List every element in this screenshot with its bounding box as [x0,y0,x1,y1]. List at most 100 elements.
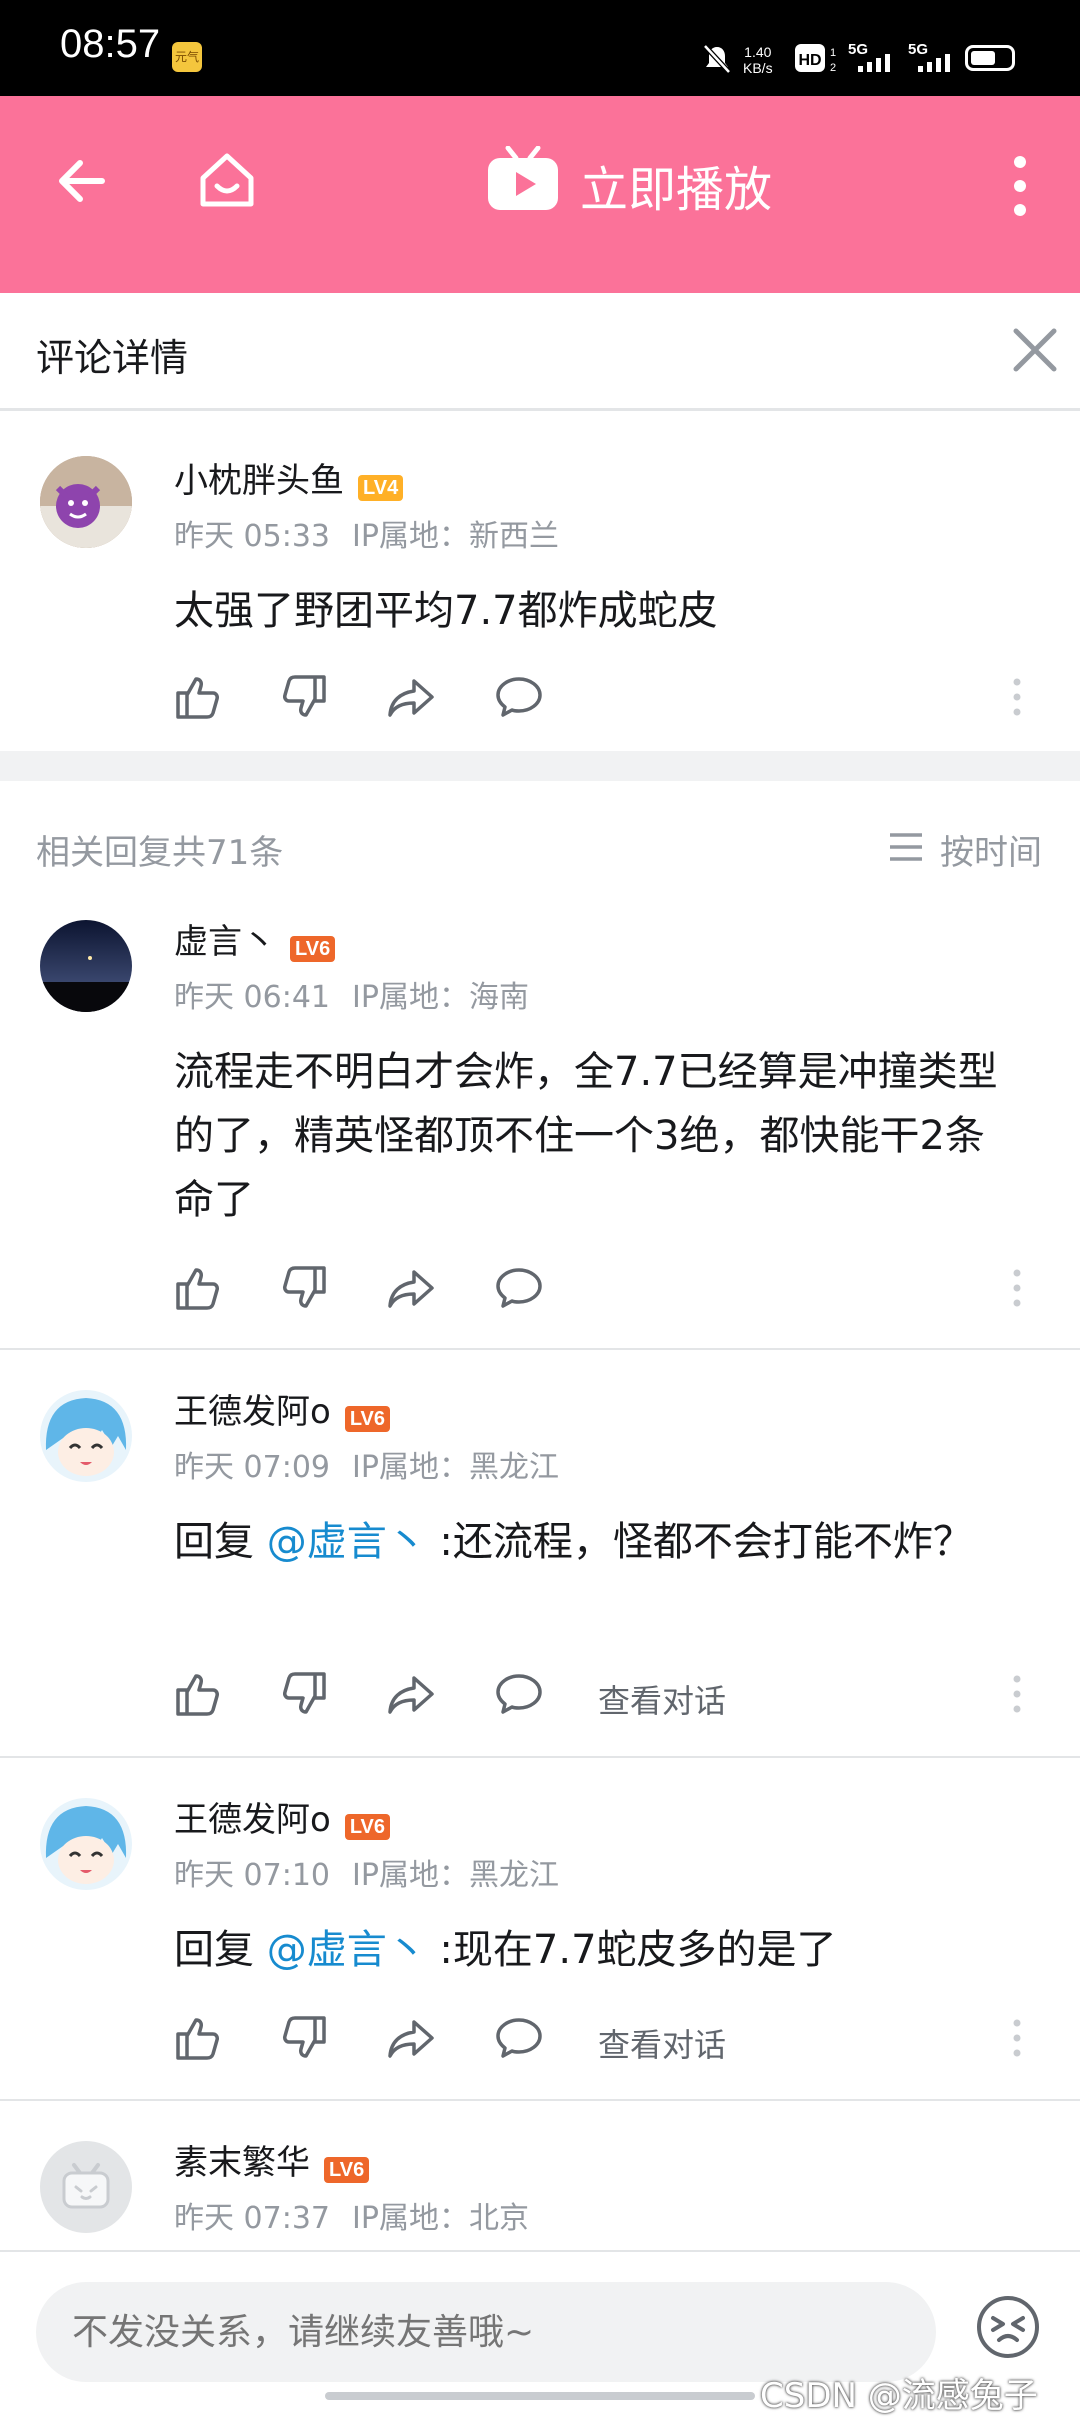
mention-link[interactable]: @虚言丶 [267,1519,427,1565]
watermark: CSDN @流感兔子 [760,2376,1038,2416]
mention-link[interactable]: @虚言丶 [267,1927,427,1973]
level-badge: LV6 [324,2156,370,2183]
battery-icon [965,45,1015,71]
reply-actions [174,1264,1054,1324]
avatar[interactable] [40,920,132,1012]
net-speed: 1.40 KB/s [743,44,773,76]
bottom-input-bar: CSDN @流感兔子 [0,2250,1080,2416]
like-icon[interactable] [174,2014,222,2062]
like-icon[interactable] [174,1670,222,1718]
replies-bar: 相关回复共71条 按时间 [0,825,1080,875]
view-conversation-link[interactable]: 查看对话 [598,2020,726,2066]
level-badge: LV6 [290,935,336,962]
ip-location: IP属地：海南 [352,980,529,1015]
comment-icon[interactable] [494,673,544,721]
comment-time: 昨天 07:09 [174,1450,330,1485]
hd-icon: HD 1 2 [795,44,836,74]
play-now-title[interactable]: 立即播放 [580,150,772,220]
comment-actions [174,673,1054,733]
tv-play-icon[interactable] [486,146,560,212]
svg-text:1: 1 [830,47,836,59]
reply-content: 回复 @虚言丶 :现在7.7蛇皮多的是了 [174,1918,1024,1982]
page-title: 评论详情 [36,336,189,380]
signal-5g-2-icon: 5G [908,41,950,72]
dislike-icon[interactable] [280,1264,328,1312]
reply-text: :还流程，怪都不会打能不炸？ [426,1519,973,1565]
back-arrow-icon[interactable] [52,151,112,211]
close-icon[interactable] [1012,327,1058,373]
avatar[interactable] [40,2141,132,2233]
level-badge: LV6 [344,1813,391,1840]
reply-item: 素末繁华 LV6 昨天 07:37 IP属地：北京 [0,2101,1080,2250]
section-divider [0,751,1080,781]
svg-text:5G: 5G [908,41,928,58]
more-options-icon[interactable] [1012,2018,1022,2058]
reply-text: :现在7.7蛇皮多的是了 [426,1927,837,1973]
username[interactable]: 小枕胖头鱼 [174,461,344,501]
ip-location: IP属地：北京 [352,2201,529,2236]
svg-text:5G: 5G [848,41,868,58]
home-indicator[interactable] [325,2392,755,2400]
comment-icon[interactable] [494,2014,544,2062]
reply-content: 回复 @虚言丶 :还流程，怪都不会打能不炸？ [174,1510,994,1574]
reply-item: 虚言丶 LV6 昨天 06:41 IP属地：海南 流程走不明白才会炸，全7.7已经算… [0,890,1080,1350]
view-conversation-link[interactable]: 查看对话 [598,1676,726,1722]
comment-icon[interactable] [494,1670,544,1718]
app-bar: 立即播放 [0,96,1080,293]
ip-location: IP属地：黑龙江 [352,1450,559,1485]
status-time: 08:57 [60,22,161,66]
ip-location: IP属地：黑龙江 [352,1858,559,1893]
comment-icon[interactable] [494,1264,544,1312]
comment-input[interactable] [36,2282,936,2382]
like-icon[interactable] [174,673,222,721]
reply-item: 王德发阿o LV6 昨天 07:09 IP属地：黑龙江 回复 @虚言丶 :还流程，怪… [0,1350,1080,1755]
comment-time: 昨天 07:10 [174,1858,330,1893]
mute-bell-icon [703,44,731,74]
comment-time: 昨天 07:37 [174,2201,330,2236]
more-vertical-icon[interactable] [1010,154,1030,218]
username[interactable]: 王德发阿o [174,1392,331,1432]
devil-emoji-avatar-icon [40,456,132,548]
avatar[interactable] [40,456,132,548]
more-options-icon[interactable] [1012,1268,1022,1308]
share-icon[interactable] [386,673,436,721]
reply-prefix: 回复 [174,1927,267,1973]
svg-text:HD: HD [798,52,821,69]
main-comment: 小枕胖头鱼 LV4 昨天 05:33 IP属地：新西兰 太强了野团平均7.7都炸成蛇… [0,411,1080,751]
avatar[interactable] [40,1390,132,1482]
sort-icon[interactable] [888,831,924,863]
emoji-icon[interactable] [975,2294,1041,2360]
username[interactable]: 素末繁华 [174,2143,310,2183]
dislike-icon[interactable] [280,673,328,721]
night-sky-avatar-icon [40,920,132,1012]
level-badge: LV4 [358,474,404,501]
reply-prefix: 回复 [174,1519,267,1565]
avatar[interactable] [40,1798,132,1890]
more-options-icon[interactable] [1012,677,1022,717]
share-icon[interactable] [386,1670,436,1718]
signal-5g-1-icon: 5G [848,41,890,72]
sort-by-time-button[interactable]: 按时间 [940,825,1042,874]
more-options-icon[interactable] [1012,1674,1022,1714]
anime-avatar-icon [40,1390,132,1482]
ip-location: IP属地：新西兰 [352,519,559,554]
svg-text:2: 2 [830,62,836,74]
reply-content: 流程走不明白才会炸，全7.7已经算是冲撞类型的了，精英怪都顶不住一个3绝，都快能… [174,1049,998,1223]
comment-detail-header: 评论详情 [0,293,1080,411]
username[interactable]: 虚言丶 [174,922,276,962]
username[interactable]: 王德发阿o [174,1800,331,1840]
reply-actions: 查看对话 [174,1670,1054,1730]
reply-count: 相关回复共71条 [36,833,284,873]
share-icon[interactable] [386,2014,436,2062]
dislike-icon[interactable] [280,1670,328,1718]
comment-time: 昨天 05:33 [174,519,330,554]
like-icon[interactable] [174,1264,222,1312]
level-badge: LV6 [344,1405,391,1432]
reply-actions: 查看对话 [174,2014,1054,2074]
reply-item: 王德发阿o LV6 昨天 07:10 IP属地：黑龙江 回复 @虚言丶 :现在7.7… [0,1758,1080,2100]
comment-time: 昨天 06:41 [174,980,330,1015]
share-icon[interactable] [386,1264,436,1312]
dislike-icon[interactable] [280,2014,328,2062]
home-icon[interactable] [195,148,259,212]
status-bar: 08:57 元气 1.40 KB/s HD 1 2 5G 5G [0,0,1080,96]
